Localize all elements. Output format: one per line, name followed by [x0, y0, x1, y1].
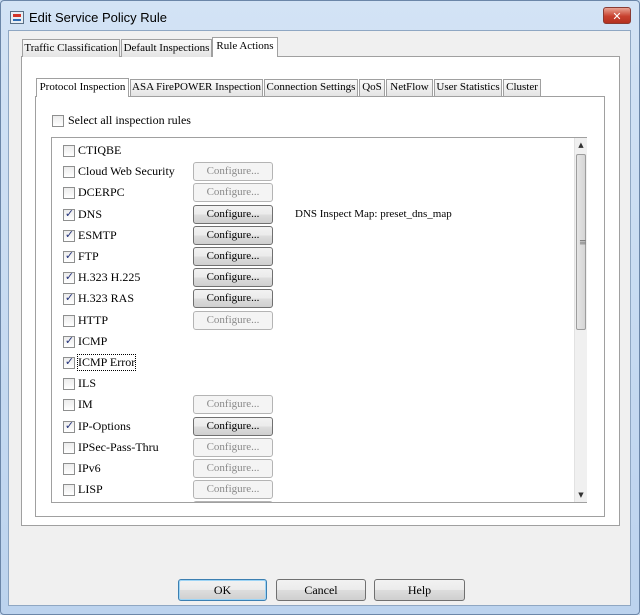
- window-title: Edit Service Policy Rule: [29, 10, 167, 25]
- inspection-rule-checkbox[interactable]: [63, 484, 75, 496]
- inspection-rule-label: ICMP: [78, 334, 108, 348]
- inspection-rule-row: FTP Configure...: [52, 247, 572, 267]
- inspection-rule-label: HTTP: [78, 313, 108, 327]
- configure-button: Configure...: [193, 183, 273, 202]
- configure-button: Configure...: [193, 311, 273, 330]
- inspection-rule-row: IPv6 Configure...: [52, 459, 572, 479]
- tab-netflow[interactable]: NetFlow: [386, 79, 433, 96]
- tab-rule-actions[interactable]: Rule Actions: [212, 37, 278, 57]
- configure-button[interactable]: Configure...: [193, 205, 273, 224]
- tab-qos[interactable]: QoS: [359, 79, 385, 96]
- inspection-rule-row: ICMP: [52, 332, 572, 352]
- ok-button[interactable]: OK: [178, 579, 267, 601]
- scroll-thumb[interactable]: ≡: [576, 154, 587, 330]
- inspection-rule-label: ICMP Error: [76, 354, 137, 371]
- inspection-rule-checkbox[interactable]: [63, 399, 75, 411]
- select-all-label: Select all inspection rules: [68, 113, 191, 127]
- inspection-rule-checkbox[interactable]: [63, 145, 75, 157]
- tab-default-inspections[interactable]: Default Inspections: [121, 39, 212, 57]
- inspection-rule-label: IPv6: [78, 461, 101, 475]
- inspection-rule-checkbox[interactable]: [63, 207, 75, 221]
- configure-button: Configure...: [193, 480, 273, 499]
- configure-button[interactable]: Configure...: [193, 226, 273, 245]
- inspection-rule-note: DNS Inspect Map: preset_dns_map: [295, 208, 452, 220]
- inspection-rule-checkbox[interactable]: [63, 378, 75, 390]
- inspection-rule-label: IP-Options: [78, 419, 131, 433]
- inspection-rule-label: LISP: [78, 482, 103, 496]
- inspection-rule-checkbox[interactable]: [63, 166, 75, 178]
- inspection-rule-checkbox[interactable]: [63, 419, 75, 433]
- configure-button[interactable]: Configure...: [193, 289, 273, 308]
- inspection-rule-row: IM Configure...: [52, 395, 572, 415]
- inspection-rule-row: ICMP Error: [52, 353, 572, 373]
- inspection-rule-label: DNS: [78, 207, 103, 221]
- inspection-rule-row: IPSec-Pass-Thru Configure...: [52, 438, 572, 458]
- inspection-rule-row: ESMTP Configure...: [52, 226, 572, 246]
- configure-button: Configure...: [193, 438, 273, 457]
- inspection-rule-row: CTIQBE: [52, 141, 572, 161]
- inspection-rule-label: H.323 RAS: [78, 291, 135, 305]
- inspection-rule-row: Cloud Web Security Configure...: [52, 162, 572, 182]
- inspection-rule-row: DNS Configure... DNS Inspect Map: preset_d…: [52, 205, 572, 225]
- inspection-rule-checkbox[interactable]: [63, 249, 75, 263]
- select-all-checkbox[interactable]: [52, 115, 64, 127]
- cancel-button[interactable]: Cancel: [276, 579, 366, 601]
- configure-button[interactable]: Configure...: [193, 247, 273, 266]
- configure-button: Configure...: [193, 459, 273, 478]
- scroll-grip-icon: ≡: [579, 238, 587, 248]
- inspection-rule-checkbox[interactable]: [63, 270, 75, 284]
- configure-button: Configure...: [193, 501, 273, 502]
- inspection-rule-label: CTIQBE: [78, 143, 122, 157]
- inspection-rule-row: ILS: [52, 374, 572, 394]
- inspection-list-scrollbar[interactable]: ▲ ≡ ▼: [574, 138, 587, 502]
- inspection-rule-checkbox[interactable]: [63, 228, 75, 242]
- inspection-rule-label: ESMTP: [78, 228, 117, 242]
- app-icon: [10, 11, 24, 24]
- tab-user-statistics[interactable]: User Statistics: [434, 79, 502, 96]
- configure-button: Configure...: [193, 395, 273, 414]
- inspection-rule-checkbox[interactable]: [63, 442, 75, 454]
- help-button[interactable]: Help: [374, 579, 465, 601]
- inspection-rule-checkbox[interactable]: [63, 334, 75, 348]
- inspection-rule-checkbox[interactable]: [63, 355, 75, 369]
- inspection-rule-checkbox[interactable]: [63, 315, 75, 327]
- close-button[interactable]: ✕: [603, 7, 631, 24]
- tab-connection-settings[interactable]: Connection Settings: [264, 79, 358, 96]
- configure-button: Configure...: [193, 162, 273, 181]
- inspection-rule-row: IP-Options Configure...: [52, 417, 572, 437]
- inspection-rule-row: LISP Configure...: [52, 480, 572, 500]
- inspection-rule-label: IPSec-Pass-Thru: [78, 440, 159, 454]
- inspection-rules-list: CTIQBE Cloud Web Security Configure... DCER…: [51, 137, 587, 503]
- tab-cluster[interactable]: Cluster: [503, 79, 541, 96]
- title-bar: Edit Service Policy Rule ✕: [1, 1, 639, 31]
- inspection-rule-label: FTP: [78, 249, 99, 263]
- scroll-up-icon[interactable]: ▲: [575, 139, 587, 151]
- configure-button[interactable]: Configure...: [193, 417, 273, 436]
- inspection-rule-label: H.323 H.225: [78, 270, 141, 284]
- inspection-rule-row: H.323 H.225 Configure...: [52, 268, 572, 288]
- inspection-rule-checkbox[interactable]: [63, 187, 75, 199]
- inspection-rule-label: DCERPC: [78, 185, 125, 199]
- inspection-rule-label: IM: [78, 397, 93, 411]
- inspection-rule-label: ILS: [78, 376, 96, 390]
- inspection-rule-checkbox[interactable]: [63, 463, 75, 475]
- tab-asa-firepower-inspection[interactable]: ASA FirePOWER Inspection: [130, 79, 263, 96]
- tab-traffic-classification[interactable]: Traffic Classification: [22, 39, 120, 57]
- inspection-rule-row: MMPConfigure...: [52, 501, 572, 502]
- inspection-rule-row: HTTP Configure...: [52, 311, 572, 331]
- inspection-rule-row: H.323 RAS Configure...: [52, 289, 572, 309]
- configure-button[interactable]: Configure...: [193, 268, 273, 287]
- inspection-rule-label: Cloud Web Security: [78, 164, 175, 178]
- inspection-rule-row: DCERPC Configure...: [52, 183, 572, 203]
- inspection-rule-checkbox[interactable]: [63, 291, 75, 305]
- tab-protocol-inspection[interactable]: Protocol Inspection: [36, 78, 129, 97]
- scroll-down-icon[interactable]: ▼: [575, 489, 587, 501]
